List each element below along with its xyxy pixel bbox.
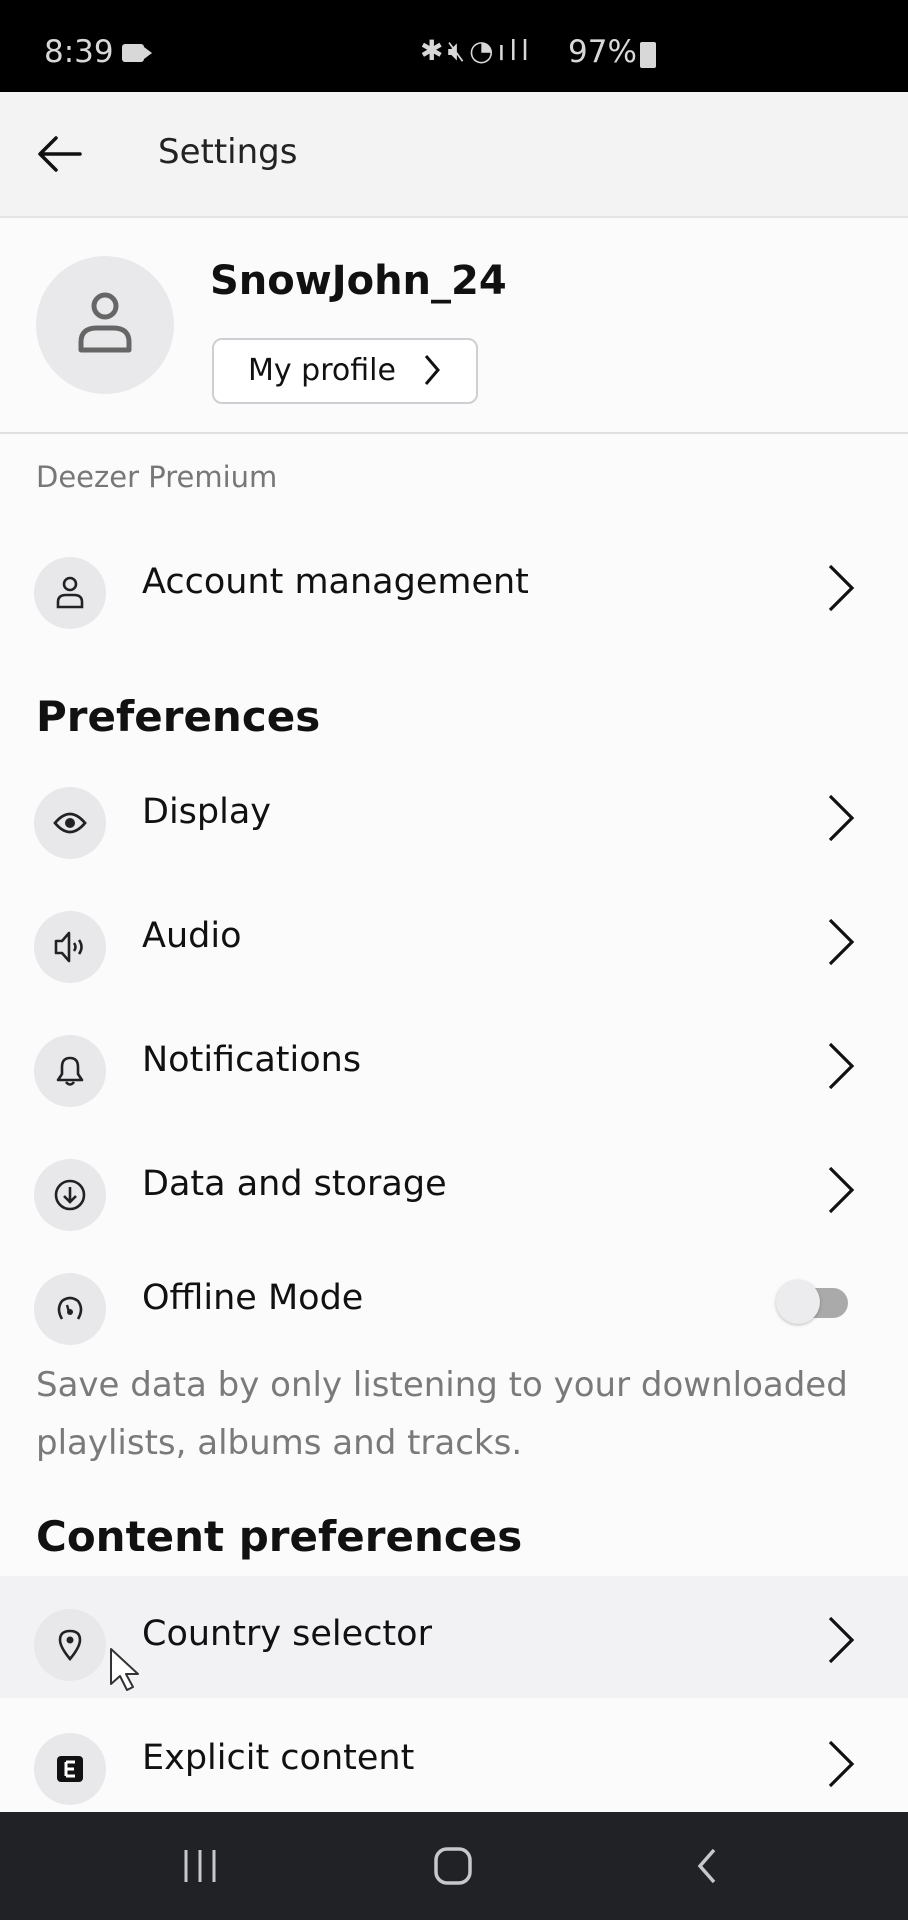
wifi-icon: ◔ bbox=[469, 34, 498, 67]
user-icon bbox=[34, 557, 106, 629]
row-label: Data and storage bbox=[142, 1164, 447, 1204]
settings-row-account-management[interactable]: Account management bbox=[0, 524, 908, 646]
mute-icon: 🔇︎ bbox=[447, 34, 470, 67]
chevron-right-icon bbox=[828, 564, 855, 612]
offline-mode-description: Save data by only listening to your down… bbox=[36, 1365, 848, 1463]
row-label: Country selector bbox=[142, 1614, 432, 1654]
row-label: Offline Mode bbox=[142, 1278, 364, 1318]
signal-icon: ıll bbox=[497, 34, 533, 67]
row-label: Audio bbox=[142, 916, 242, 956]
avatar[interactable] bbox=[36, 256, 174, 394]
row-label: Display bbox=[142, 792, 272, 832]
chevron-right-icon bbox=[424, 355, 440, 385]
eye-icon bbox=[34, 787, 106, 859]
my-profile-button[interactable]: My profile bbox=[212, 338, 478, 404]
section-title-preferences: Preferences bbox=[36, 692, 321, 741]
download-circle-icon bbox=[34, 1159, 106, 1231]
status-bar: 8:39 ✱🔇︎◔ıll 97% bbox=[0, 0, 908, 92]
toggle-knob bbox=[776, 1280, 820, 1324]
page-title: Settings bbox=[158, 132, 298, 172]
chevron-right-icon bbox=[828, 794, 855, 842]
app-bar: Settings bbox=[0, 92, 908, 218]
bluetooth-icon: ✱ bbox=[420, 34, 448, 67]
row-label: Account management bbox=[142, 562, 529, 602]
settings-row-audio[interactable]: Audio bbox=[0, 878, 908, 1000]
status-time: 8:39 bbox=[44, 34, 114, 70]
chevron-right-icon bbox=[828, 1042, 855, 1090]
location-pin-icon bbox=[34, 1609, 106, 1681]
system-nav-bar bbox=[0, 1812, 908, 1920]
settings-row-notifications[interactable]: Notifications bbox=[0, 1002, 908, 1124]
profile-header: SnowJohn_24 My profile bbox=[0, 218, 908, 434]
offline-mode-toggle[interactable] bbox=[776, 1280, 848, 1324]
subscription-caption: Deezer Premium bbox=[36, 460, 278, 494]
home-button[interactable] bbox=[432, 1846, 474, 1886]
settings-row-data-and-storage[interactable]: Data and storage bbox=[0, 1126, 908, 1248]
explicit-icon bbox=[34, 1733, 106, 1805]
nav-back-button[interactable] bbox=[694, 1846, 720, 1886]
mouse-cursor-icon bbox=[110, 1648, 139, 1691]
speaker-icon bbox=[34, 911, 106, 983]
user-icon bbox=[78, 292, 132, 353]
arrow-left-icon bbox=[38, 136, 82, 172]
battery-icon bbox=[640, 42, 656, 68]
chevron-right-icon bbox=[828, 1740, 855, 1788]
screen-record-icon bbox=[122, 44, 152, 62]
section-title-content-preferences: Content preferences bbox=[36, 1512, 523, 1561]
row-label: Notifications bbox=[142, 1040, 362, 1080]
chevron-right-icon bbox=[828, 1616, 855, 1664]
recent-apps-button[interactable] bbox=[180, 1846, 220, 1886]
bell-icon bbox=[34, 1035, 106, 1107]
chevron-right-icon bbox=[828, 1166, 855, 1214]
gauge-icon bbox=[34, 1273, 106, 1345]
settings-row-explicit-content[interactable]: Explicit content bbox=[0, 1700, 908, 1822]
row-label: Explicit content bbox=[142, 1738, 415, 1778]
settings-row-display[interactable]: Display bbox=[0, 754, 908, 876]
back-button[interactable] bbox=[36, 134, 84, 174]
my-profile-label: My profile bbox=[248, 353, 396, 388]
chevron-right-icon bbox=[828, 918, 855, 966]
username: SnowJohn_24 bbox=[210, 258, 507, 304]
battery-percent: 97% bbox=[568, 34, 637, 70]
status-icons: ✱🔇︎◔ıll bbox=[420, 34, 533, 68]
settings-row-offline-mode: Offline Mode bbox=[0, 1240, 908, 1362]
